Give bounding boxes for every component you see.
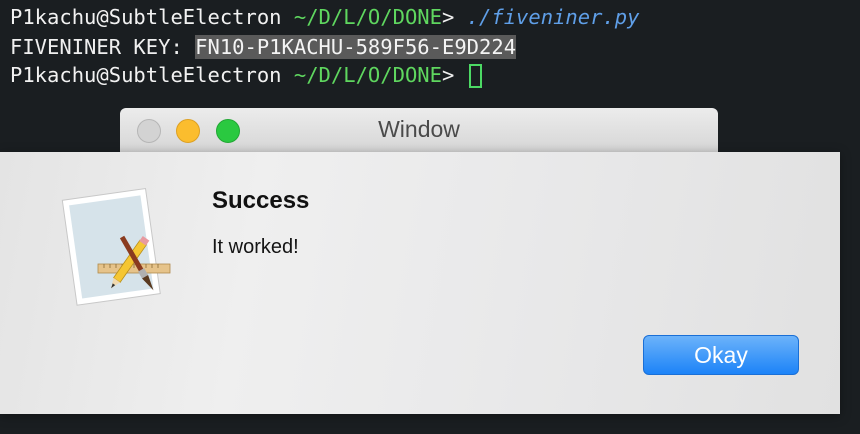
alert-message: It worked! xyxy=(212,236,299,258)
key-value-selected[interactable]: FN10-P1KACHU-589F56-E9D224 xyxy=(195,35,517,59)
prompt-user: P1kachu@SubtleElectron xyxy=(10,63,282,87)
alert-title: Success xyxy=(212,187,310,214)
prompt-symbol: > xyxy=(441,5,467,29)
terminal-command: ./fiveniner.py xyxy=(466,5,640,29)
terminal-line-3: P1kachu@SubtleElectron ~/D/L/O/DONE> xyxy=(10,61,482,89)
terminal-cursor[interactable] xyxy=(468,64,482,88)
prompt-symbol: > xyxy=(441,63,467,87)
key-label: FIVENINER KEY: xyxy=(10,35,196,59)
alert-dialog: Success It worked! Okay xyxy=(0,152,840,414)
terminal-line-1: P1kachu@SubtleElectron ~/D/L/O/DONE> ./f… xyxy=(10,3,639,31)
okay-button[interactable]: Okay xyxy=(643,335,799,375)
script-editor-app-icon xyxy=(61,188,171,306)
prompt-path: ~/D/L/O/DONE xyxy=(281,63,442,87)
terminal-line-2: FIVENINER KEY: FN10-P1KACHU-589F56-E9D22… xyxy=(10,33,517,61)
window-title: Window xyxy=(378,116,460,142)
app-window-titlebar[interactable]: Window xyxy=(120,108,718,152)
prompt-path: ~/D/L/O/DONE xyxy=(281,5,442,29)
prompt-user: P1kachu@SubtleElectron xyxy=(10,5,282,29)
